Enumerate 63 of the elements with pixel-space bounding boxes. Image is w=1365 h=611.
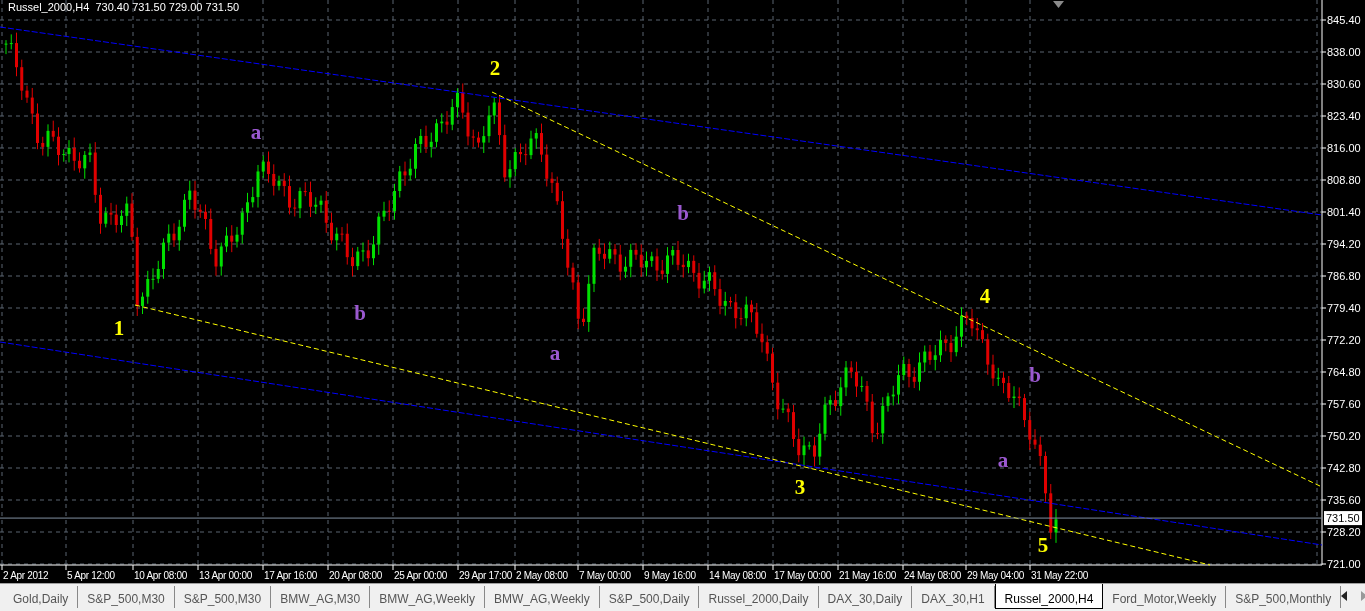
- current-price-label: 731.50: [1324, 511, 1362, 526]
- chart-tab[interactable]: Russel_2000,H4: [994, 584, 1104, 609]
- time-axis-label: 2 Apr 2012: [3, 570, 49, 581]
- wave-label: a: [549, 341, 561, 365]
- wave-label: 4: [979, 284, 991, 308]
- price-axis-label: 794.20: [1327, 238, 1361, 250]
- chart-tab[interactable]: S&P_500,Monthly: [1226, 586, 1342, 608]
- time-axis-label: 14 May 08:00: [709, 570, 766, 581]
- wave-label: 2: [489, 56, 501, 80]
- price-axis-label: 823.40: [1327, 110, 1361, 122]
- time-axis-label: 9 May 16:00: [644, 570, 696, 581]
- time-axis-label: 29 May 04:00: [967, 570, 1024, 581]
- wave-label: 3: [794, 475, 806, 499]
- price-axis-label: 750.20: [1327, 430, 1361, 442]
- chart-title: Russel_2000,H4 730.40 731.50 729.00 731.50: [8, 1, 240, 13]
- price-axis-label: 838.00: [1327, 46, 1361, 58]
- time-axis-label: 29 Apr 17:00: [459, 570, 513, 581]
- chart-tab[interactable]: Ford_Motor,Weekly: [1103, 586, 1227, 608]
- time-axis-label: 13 Apr 00:00: [199, 570, 253, 581]
- time-axis-label: 10 Apr 08:00: [134, 570, 188, 581]
- scroll-left-icon[interactable]: [1341, 591, 1348, 601]
- price-axis-label: 801.40: [1327, 206, 1361, 218]
- time-axis-label: 21 May 16:00: [839, 570, 896, 581]
- wave-label: b: [1029, 363, 1041, 387]
- wave-label: a: [250, 120, 262, 144]
- time-axis-label: 25 Apr 00:00: [394, 570, 448, 581]
- time-axis-label: 24 May 08:00: [904, 570, 961, 581]
- time-axis-label: 17 May 00:00: [774, 570, 831, 581]
- time-axis-label: 17 Apr 16:00: [264, 570, 318, 581]
- price-axis-label: 764.80: [1327, 366, 1361, 378]
- price-axis-label: 721.00: [1327, 558, 1361, 570]
- chart-tab[interactable]: BMW_AG,M30: [271, 586, 371, 608]
- price-axis-label: 772.20: [1327, 334, 1361, 346]
- price-axis-label: 742.80: [1327, 462, 1361, 474]
- time-axis-label: 20 Apr 08:00: [329, 570, 383, 581]
- price-axis-label: 845.40: [1327, 14, 1361, 26]
- price-axis-label: 786.80: [1327, 270, 1361, 282]
- wave-label: a: [997, 448, 1009, 472]
- price-axis-label: 757.60: [1327, 398, 1361, 410]
- chart-tab[interactable]: DAX_30,H1: [912, 586, 995, 608]
- chart-tab[interactable]: DAX_30,Daily: [818, 586, 913, 608]
- chart-tab[interactable]: Gold,Daily: [4, 586, 79, 608]
- wave-label: 5: [1037, 533, 1049, 557]
- price-axis-label: 830.60: [1327, 78, 1361, 90]
- price-axis-label: 779.40: [1327, 302, 1361, 314]
- time-axis-label: 7 May 00:00: [579, 570, 631, 581]
- time-axis-label: 31 May 22:00: [1031, 570, 1088, 581]
- wave-label: b: [677, 201, 689, 225]
- wave-label: b: [354, 301, 366, 325]
- chart-tab[interactable]: BMW_AG,Weekly: [370, 586, 485, 608]
- time-axis-label: 2 May 08:00: [516, 570, 568, 581]
- wave-label: 1: [113, 316, 125, 340]
- price-axis-label: 735.60: [1327, 494, 1361, 506]
- price-axis-label: 728.20: [1327, 526, 1361, 538]
- time-axis-label: 5 Apr 12:00: [67, 570, 115, 581]
- chart-tab[interactable]: Russel_2000,Daily: [699, 586, 819, 608]
- chart-tab[interactable]: S&P_500,M30: [78, 586, 175, 608]
- shift-marker-icon: [1053, 1, 1064, 8]
- chart-tab[interactable]: BMW_AG,Weekly: [484, 586, 600, 608]
- price-axis-label: 816.00: [1327, 142, 1361, 154]
- price-axis-label: 808.80: [1327, 174, 1361, 186]
- chart-tab[interactable]: S&P_500,Daily: [599, 586, 700, 608]
- chart-tab[interactable]: S&P_500,M30: [174, 586, 272, 608]
